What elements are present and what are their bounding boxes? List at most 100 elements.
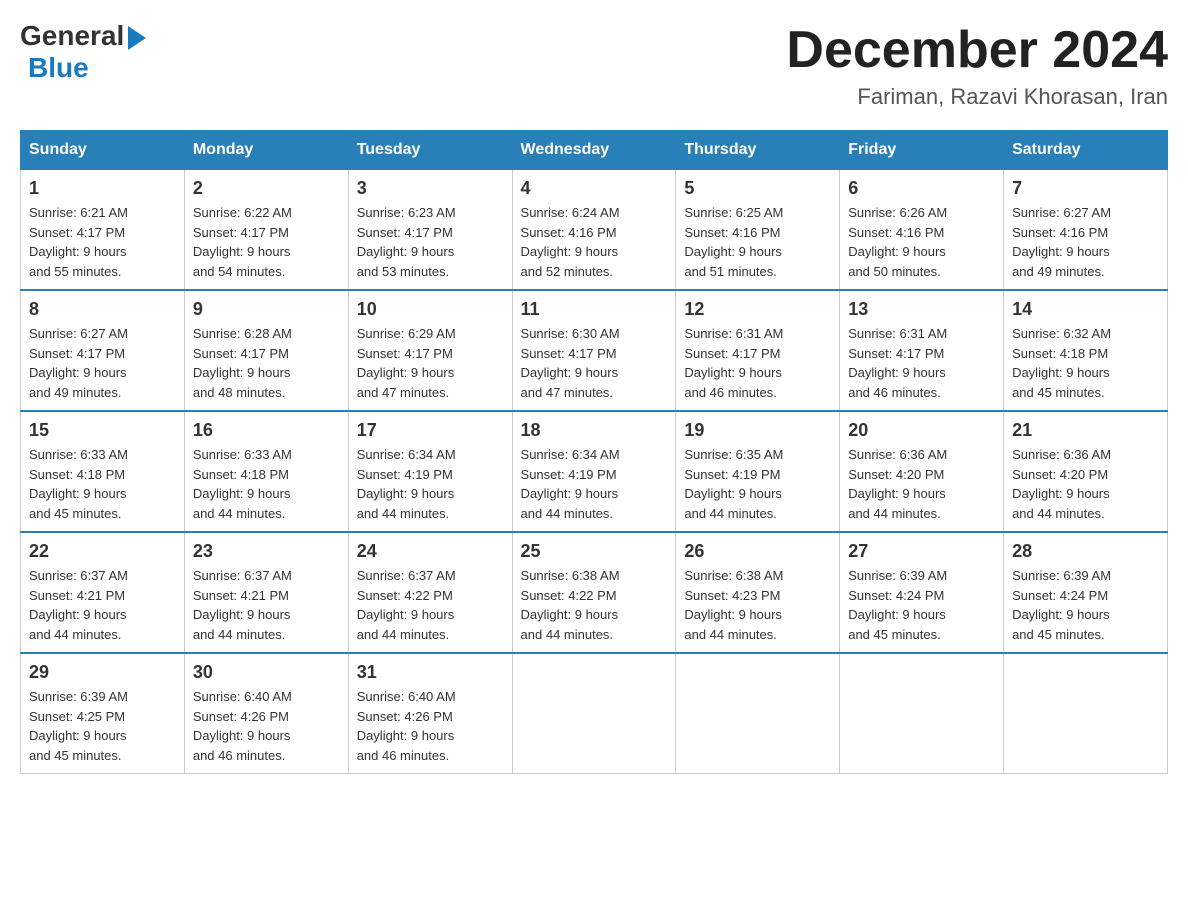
calendar-header-sunday: Sunday	[21, 131, 185, 170]
calendar-cell: 13 Sunrise: 6:31 AM Sunset: 4:17 PM Dayl…	[840, 290, 1004, 411]
day-info: Sunrise: 6:31 AM Sunset: 4:17 PM Dayligh…	[684, 324, 831, 402]
day-number: 31	[357, 662, 504, 683]
day-number: 25	[521, 541, 668, 562]
day-number: 3	[357, 178, 504, 199]
calendar-week-row: 29 Sunrise: 6:39 AM Sunset: 4:25 PM Dayl…	[21, 653, 1168, 774]
day-number: 12	[684, 299, 831, 320]
day-number: 8	[29, 299, 176, 320]
day-number: 1	[29, 178, 176, 199]
calendar-cell: 11 Sunrise: 6:30 AM Sunset: 4:17 PM Dayl…	[512, 290, 676, 411]
day-info: Sunrise: 6:40 AM Sunset: 4:26 PM Dayligh…	[357, 687, 504, 765]
day-number: 23	[193, 541, 340, 562]
day-number: 16	[193, 420, 340, 441]
day-info: Sunrise: 6:34 AM Sunset: 4:19 PM Dayligh…	[521, 445, 668, 523]
calendar-cell: 6 Sunrise: 6:26 AM Sunset: 4:16 PM Dayli…	[840, 170, 1004, 291]
day-info: Sunrise: 6:34 AM Sunset: 4:19 PM Dayligh…	[357, 445, 504, 523]
day-number: 7	[1012, 178, 1159, 199]
logo-arrow-icon	[128, 26, 146, 50]
day-number: 24	[357, 541, 504, 562]
calendar-week-row: 15 Sunrise: 6:33 AM Sunset: 4:18 PM Dayl…	[21, 411, 1168, 532]
calendar-cell: 19 Sunrise: 6:35 AM Sunset: 4:19 PM Dayl…	[676, 411, 840, 532]
day-info: Sunrise: 6:35 AM Sunset: 4:19 PM Dayligh…	[684, 445, 831, 523]
calendar-cell: 12 Sunrise: 6:31 AM Sunset: 4:17 PM Dayl…	[676, 290, 840, 411]
day-info: Sunrise: 6:39 AM Sunset: 4:24 PM Dayligh…	[848, 566, 995, 644]
day-info: Sunrise: 6:33 AM Sunset: 4:18 PM Dayligh…	[193, 445, 340, 523]
calendar-cell: 16 Sunrise: 6:33 AM Sunset: 4:18 PM Dayl…	[184, 411, 348, 532]
calendar-cell: 31 Sunrise: 6:40 AM Sunset: 4:26 PM Dayl…	[348, 653, 512, 774]
calendar-cell: 23 Sunrise: 6:37 AM Sunset: 4:21 PM Dayl…	[184, 532, 348, 653]
day-number: 14	[1012, 299, 1159, 320]
day-number: 27	[848, 541, 995, 562]
day-number: 22	[29, 541, 176, 562]
title-section: December 2024 Fariman, Razavi Khorasan, …	[786, 20, 1168, 110]
day-info: Sunrise: 6:29 AM Sunset: 4:17 PM Dayligh…	[357, 324, 504, 402]
day-info: Sunrise: 6:23 AM Sunset: 4:17 PM Dayligh…	[357, 203, 504, 281]
location-subtitle: Fariman, Razavi Khorasan, Iran	[786, 84, 1168, 110]
day-number: 5	[684, 178, 831, 199]
day-info: Sunrise: 6:37 AM Sunset: 4:22 PM Dayligh…	[357, 566, 504, 644]
calendar-header-tuesday: Tuesday	[348, 131, 512, 170]
calendar-header-saturday: Saturday	[1004, 131, 1168, 170]
day-info: Sunrise: 6:39 AM Sunset: 4:25 PM Dayligh…	[29, 687, 176, 765]
day-info: Sunrise: 6:31 AM Sunset: 4:17 PM Dayligh…	[848, 324, 995, 402]
day-number: 28	[1012, 541, 1159, 562]
day-info: Sunrise: 6:40 AM Sunset: 4:26 PM Dayligh…	[193, 687, 340, 765]
calendar-cell: 22 Sunrise: 6:37 AM Sunset: 4:21 PM Dayl…	[21, 532, 185, 653]
calendar-cell: 27 Sunrise: 6:39 AM Sunset: 4:24 PM Dayl…	[840, 532, 1004, 653]
calendar-table: SundayMondayTuesdayWednesdayThursdayFrid…	[20, 130, 1168, 774]
day-number: 2	[193, 178, 340, 199]
day-info: Sunrise: 6:22 AM Sunset: 4:17 PM Dayligh…	[193, 203, 340, 281]
day-info: Sunrise: 6:36 AM Sunset: 4:20 PM Dayligh…	[1012, 445, 1159, 523]
calendar-header-monday: Monday	[184, 131, 348, 170]
calendar-week-row: 8 Sunrise: 6:27 AM Sunset: 4:17 PM Dayli…	[21, 290, 1168, 411]
calendar-week-row: 22 Sunrise: 6:37 AM Sunset: 4:21 PM Dayl…	[21, 532, 1168, 653]
calendar-cell: 26 Sunrise: 6:38 AM Sunset: 4:23 PM Dayl…	[676, 532, 840, 653]
day-info: Sunrise: 6:32 AM Sunset: 4:18 PM Dayligh…	[1012, 324, 1159, 402]
calendar-cell: 7 Sunrise: 6:27 AM Sunset: 4:16 PM Dayli…	[1004, 170, 1168, 291]
calendar-cell: 10 Sunrise: 6:29 AM Sunset: 4:17 PM Dayl…	[348, 290, 512, 411]
logo-general-text: General	[20, 20, 124, 52]
day-info: Sunrise: 6:36 AM Sunset: 4:20 PM Dayligh…	[848, 445, 995, 523]
logo: General Blue	[20, 20, 146, 84]
calendar-cell: 30 Sunrise: 6:40 AM Sunset: 4:26 PM Dayl…	[184, 653, 348, 774]
day-number: 15	[29, 420, 176, 441]
day-number: 18	[521, 420, 668, 441]
day-number: 13	[848, 299, 995, 320]
calendar-header-wednesday: Wednesday	[512, 131, 676, 170]
day-number: 21	[1012, 420, 1159, 441]
day-info: Sunrise: 6:25 AM Sunset: 4:16 PM Dayligh…	[684, 203, 831, 281]
calendar-cell	[840, 653, 1004, 774]
calendar-cell: 15 Sunrise: 6:33 AM Sunset: 4:18 PM Dayl…	[21, 411, 185, 532]
day-info: Sunrise: 6:21 AM Sunset: 4:17 PM Dayligh…	[29, 203, 176, 281]
month-title: December 2024	[786, 20, 1168, 80]
calendar-cell	[512, 653, 676, 774]
calendar-cell: 3 Sunrise: 6:23 AM Sunset: 4:17 PM Dayli…	[348, 170, 512, 291]
calendar-header-friday: Friday	[840, 131, 1004, 170]
day-info: Sunrise: 6:37 AM Sunset: 4:21 PM Dayligh…	[29, 566, 176, 644]
calendar-cell: 2 Sunrise: 6:22 AM Sunset: 4:17 PM Dayli…	[184, 170, 348, 291]
calendar-cell	[676, 653, 840, 774]
calendar-cell: 29 Sunrise: 6:39 AM Sunset: 4:25 PM Dayl…	[21, 653, 185, 774]
logo-blue-text: Blue	[28, 52, 89, 84]
calendar-cell: 4 Sunrise: 6:24 AM Sunset: 4:16 PM Dayli…	[512, 170, 676, 291]
day-number: 29	[29, 662, 176, 683]
day-info: Sunrise: 6:33 AM Sunset: 4:18 PM Dayligh…	[29, 445, 176, 523]
calendar-cell: 21 Sunrise: 6:36 AM Sunset: 4:20 PM Dayl…	[1004, 411, 1168, 532]
page-header: General Blue December 2024 Fariman, Raza…	[20, 20, 1168, 110]
day-info: Sunrise: 6:28 AM Sunset: 4:17 PM Dayligh…	[193, 324, 340, 402]
calendar-cell: 25 Sunrise: 6:38 AM Sunset: 4:22 PM Dayl…	[512, 532, 676, 653]
calendar-cell: 9 Sunrise: 6:28 AM Sunset: 4:17 PM Dayli…	[184, 290, 348, 411]
day-number: 26	[684, 541, 831, 562]
day-info: Sunrise: 6:39 AM Sunset: 4:24 PM Dayligh…	[1012, 566, 1159, 644]
calendar-cell: 28 Sunrise: 6:39 AM Sunset: 4:24 PM Dayl…	[1004, 532, 1168, 653]
day-number: 4	[521, 178, 668, 199]
calendar-week-row: 1 Sunrise: 6:21 AM Sunset: 4:17 PM Dayli…	[21, 170, 1168, 291]
calendar-cell: 5 Sunrise: 6:25 AM Sunset: 4:16 PM Dayli…	[676, 170, 840, 291]
calendar-cell: 20 Sunrise: 6:36 AM Sunset: 4:20 PM Dayl…	[840, 411, 1004, 532]
day-number: 9	[193, 299, 340, 320]
day-number: 20	[848, 420, 995, 441]
day-number: 30	[193, 662, 340, 683]
calendar-header-row: SundayMondayTuesdayWednesdayThursdayFrid…	[21, 131, 1168, 170]
day-info: Sunrise: 6:37 AM Sunset: 4:21 PM Dayligh…	[193, 566, 340, 644]
day-info: Sunrise: 6:26 AM Sunset: 4:16 PM Dayligh…	[848, 203, 995, 281]
